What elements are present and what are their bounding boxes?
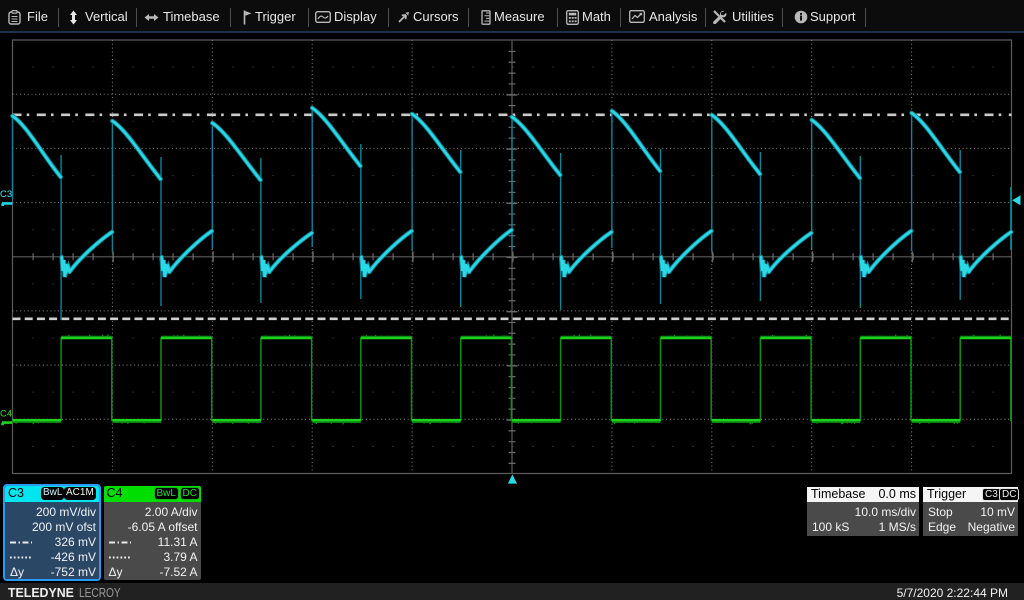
svg-text:C3: C3 xyxy=(0,189,12,200)
svg-text:C4: C4 xyxy=(0,409,12,420)
